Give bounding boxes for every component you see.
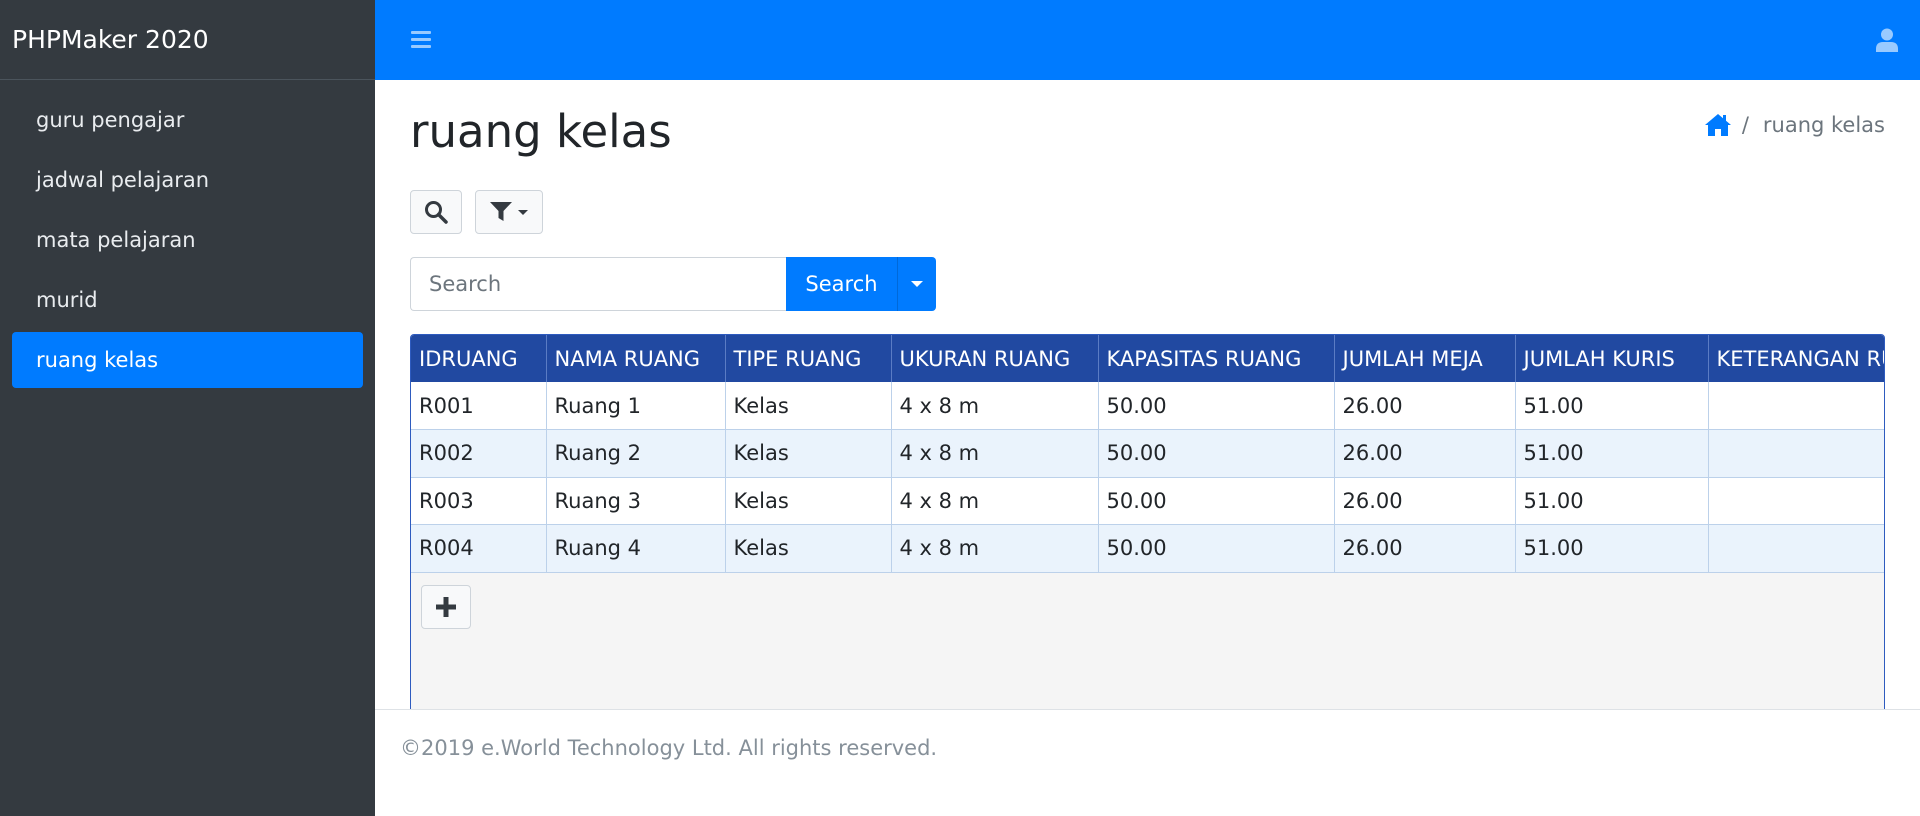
- table-cell: 51.00: [1515, 429, 1709, 478]
- table-cell: 50.00: [1098, 524, 1335, 573]
- column-header-kapasitas-ruang[interactable]: KAPASITAS RUANG: [1098, 335, 1335, 382]
- sidebar-item-ruang-kelas[interactable]: ruang kelas: [12, 332, 363, 388]
- search-button[interactable]: Search: [786, 257, 898, 311]
- table-cell: 26.00: [1334, 524, 1516, 573]
- table-cell: Kelas: [725, 429, 892, 478]
- table-cell: [1708, 524, 1884, 573]
- home-icon[interactable]: [1704, 113, 1732, 137]
- add-record-button[interactable]: [421, 585, 471, 629]
- sidebar-item-murid[interactable]: murid: [12, 272, 363, 328]
- table-cell: Ruang 3: [546, 477, 726, 525]
- table-cell: Kelas: [725, 477, 892, 525]
- user-icon[interactable]: [1876, 28, 1898, 52]
- caret-down-icon: [911, 281, 923, 287]
- table-cell: 26.00: [1334, 429, 1516, 478]
- table-cell: [1708, 429, 1884, 478]
- data-grid: IDRUANG NAMA RUANG TIPE RUANG UKURAN RUA…: [410, 334, 1885, 721]
- sidebar: PHPMaker 2020 guru pengajar jadwal pelaj…: [0, 0, 375, 816]
- table-cell: R002: [411, 429, 547, 478]
- caret-down-icon: [517, 210, 528, 215]
- hamburger-menu-icon[interactable]: [411, 31, 431, 49]
- table-cell: 50.00: [1098, 382, 1335, 430]
- table-row[interactable]: R002 Ruang 2 Kelas 4 x 8 m 50.00 26.00 5…: [411, 429, 1884, 478]
- table-cell: 26.00: [1334, 477, 1516, 525]
- breadcrumb-separator: /: [1741, 113, 1749, 137]
- table-row[interactable]: R004 Ruang 4 Kelas 4 x 8 m 50.00 26.00 5…: [411, 524, 1884, 573]
- table-cell: 51.00: [1515, 382, 1709, 430]
- table-cell: 50.00: [1098, 429, 1335, 478]
- table-cell: 4 x 8 m: [891, 477, 1099, 525]
- filter-icon: [489, 202, 512, 221]
- table-cell: 26.00: [1334, 382, 1516, 430]
- sidebar-nav: guru pengajar jadwal pelajaran mata pela…: [0, 80, 375, 404]
- table-row[interactable]: R003 Ruang 3 Kelas 4 x 8 m 50.00 26.00 5…: [411, 477, 1884, 525]
- sidebar-item-mata-pelajaran[interactable]: mata pelajaran: [12, 212, 363, 268]
- table-cell: Ruang 1: [546, 382, 726, 430]
- top-navbar: [375, 0, 1920, 80]
- table-cell: 4 x 8 m: [891, 524, 1099, 573]
- search-options-dropdown[interactable]: [898, 257, 936, 311]
- page-title: ruang kelas: [410, 105, 672, 158]
- sidebar-item-guru-pengajar[interactable]: guru pengajar: [12, 92, 363, 148]
- column-header-tipe-ruang[interactable]: TIPE RUANG: [725, 335, 892, 382]
- table-cell: R001: [411, 382, 547, 430]
- table-cell: R003: [411, 477, 547, 525]
- plus-icon: [436, 597, 456, 617]
- search-group: Search: [410, 257, 936, 311]
- table-cell: 4 x 8 m: [891, 382, 1099, 430]
- table-row[interactable]: R001 Ruang 1 Kelas 4 x 8 m 50.00 26.00 5…: [411, 382, 1884, 430]
- brand-title[interactable]: PHPMaker 2020: [0, 0, 375, 80]
- filter-button[interactable]: [475, 190, 543, 234]
- table-cell: [1708, 477, 1884, 525]
- column-header-jumlah-kuris[interactable]: JUMLAH KURIS: [1515, 335, 1709, 382]
- search-input[interactable]: [410, 257, 786, 311]
- table-cell: [1708, 382, 1884, 430]
- table-cell: Kelas: [725, 524, 892, 573]
- column-header-keterangan-ruang[interactable]: KETERANGAN RUANG: [1708, 335, 1884, 382]
- table-cell: 51.00: [1515, 477, 1709, 525]
- column-header-idruang[interactable]: IDRUANG: [411, 335, 547, 382]
- grid-footer: [411, 573, 1884, 720]
- page-footer: ©2019 e.World Technology Ltd. All rights…: [375, 709, 1920, 816]
- table-header-row: IDRUANG NAMA RUANG TIPE RUANG UKURAN RUA…: [411, 335, 1884, 382]
- table-cell: Ruang 4: [546, 524, 726, 573]
- main-content: ruang kelas / ruang kelas Search Search …: [375, 80, 1920, 721]
- table-cell: R004: [411, 524, 547, 573]
- column-header-ukuran-ruang[interactable]: UKURAN RUANG: [891, 335, 1099, 382]
- sidebar-item-jadwal-pelajaran[interactable]: jadwal pelajaran: [12, 152, 363, 208]
- table-cell: Ruang 2: [546, 429, 726, 478]
- search-icon: [425, 201, 448, 224]
- copyright-text: ©2019 e.World Technology Ltd. All rights…: [400, 736, 938, 760]
- column-header-jumlah-meja[interactable]: JUMLAH MEJA: [1334, 335, 1516, 382]
- table-cell: 4 x 8 m: [891, 429, 1099, 478]
- breadcrumb: / ruang kelas: [1704, 110, 1885, 140]
- table-cell: Kelas: [725, 382, 892, 430]
- column-header-nama-ruang[interactable]: NAMA RUANG: [546, 335, 726, 382]
- search-toggle-button[interactable]: [410, 190, 462, 234]
- table-cell: 51.00: [1515, 524, 1709, 573]
- table-cell: 50.00: [1098, 477, 1335, 525]
- breadcrumb-current: ruang kelas: [1762, 113, 1885, 137]
- data-table: IDRUANG NAMA RUANG TIPE RUANG UKURAN RUA…: [411, 335, 1884, 573]
